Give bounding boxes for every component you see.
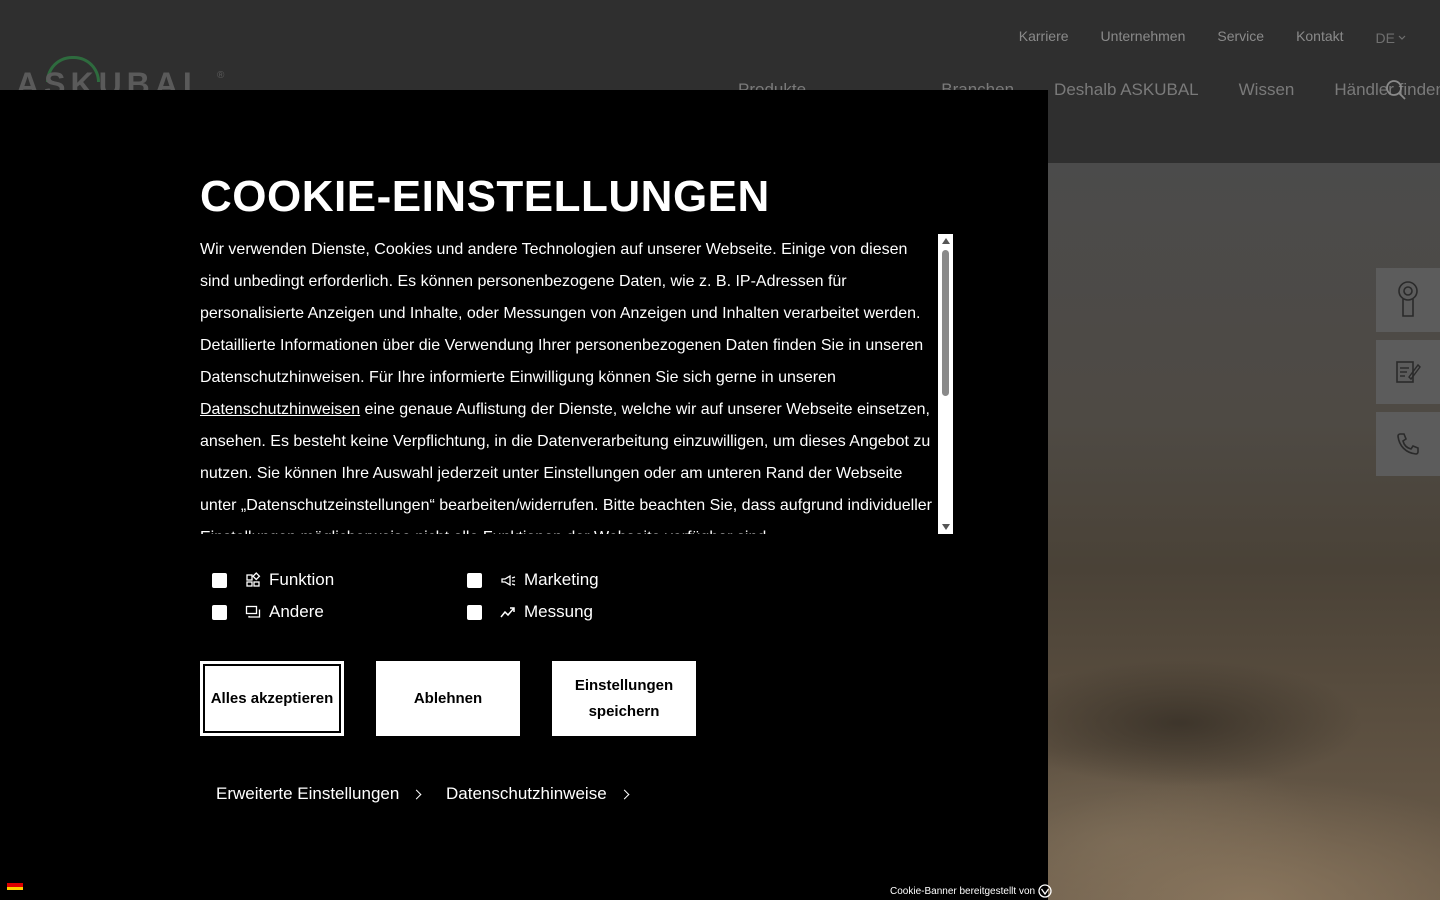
checkbox-marketing[interactable]: [467, 572, 482, 588]
provider-logo-icon: [1038, 884, 1052, 898]
edit-form-icon: [1396, 361, 1421, 383]
option-messung-label: Messung: [524, 602, 593, 621]
provided-by-label: Cookie-Banner bereitgestellt von: [890, 885, 1036, 897]
checkbox-andere[interactable]: [212, 604, 227, 620]
option-marketing[interactable]: Marketing: [467, 570, 599, 590]
decline-button[interactable]: Ablehnen: [376, 661, 520, 736]
option-marketing-label: Marketing: [524, 570, 599, 589]
privacy-notice-label: Datenschutzhinweise: [446, 784, 607, 803]
mainnav-deshalb-askubal[interactable]: Deshalb ASKUBAL: [1054, 80, 1199, 100]
location-button[interactable]: [1376, 268, 1440, 332]
privacy-notice-link[interactable]: Datenschutzhinweise: [446, 784, 630, 804]
language-switcher[interactable]: DE: [1376, 28, 1406, 48]
logo-registered-mark: ®: [217, 70, 225, 81]
form-button[interactable]: [1376, 340, 1440, 404]
mainnav-wissen[interactable]: Wissen: [1239, 80, 1295, 100]
cookie-title: COOKIE-EINSTELLUNGEN: [200, 172, 770, 221]
topnav-unternehmen[interactable]: Unternehmen: [1101, 28, 1186, 48]
german-flag-icon[interactable]: [7, 880, 23, 890]
option-andere-label: Andere: [269, 602, 324, 621]
save-settings-label: Einstellungen speichern: [575, 673, 673, 725]
save-settings-button[interactable]: Einstellungen speichern: [552, 661, 696, 736]
save-settings-label-line1: Einstellungen: [574, 676, 674, 694]
chevron-right-icon: [619, 789, 630, 799]
advanced-settings-label: Erweiterte Einstellungen: [216, 784, 400, 803]
accept-all-button[interactable]: Alles akzeptieren: [200, 661, 344, 736]
search-icon[interactable]: [1384, 78, 1408, 102]
privacy-inline-link[interactable]: Datenschutzhinweisen: [200, 401, 360, 418]
option-andere[interactable]: Andere: [212, 602, 324, 622]
option-funktion-label: Funktion: [269, 570, 335, 589]
cookie-text-intro: Wir verwenden Dienste, Cookies und ander…: [200, 241, 924, 386]
phone-icon: [1397, 433, 1419, 455]
scroll-down-arrow-icon[interactable]: [942, 524, 950, 530]
puzzle-icon: [246, 572, 261, 587]
chevron-down-icon: [1398, 35, 1406, 40]
scroll-up-arrow-icon[interactable]: [942, 238, 950, 244]
option-funktion[interactable]: Funktion: [212, 570, 334, 590]
save-settings-label-line2: speichern: [588, 702, 660, 720]
chat-icon: [245, 605, 261, 618]
phone-button[interactable]: [1376, 412, 1440, 476]
trend-icon: [500, 607, 515, 618]
topnav-karriere[interactable]: Karriere: [1019, 28, 1069, 48]
side-toolbar: [1376, 268, 1440, 484]
cookie-text-rest: eine genaue Auflistung der Dienste, welc…: [200, 401, 933, 534]
topnav-service[interactable]: Service: [1217, 28, 1264, 48]
cookie-dialog: COOKIE-EINSTELLUNGEN Wir verwenden Diens…: [0, 90, 1052, 900]
advanced-settings-link[interactable]: Erweiterte Einstellungen: [216, 784, 422, 804]
checkbox-funktion[interactable]: [212, 572, 227, 588]
scrollbar[interactable]: [938, 234, 953, 534]
consent-options: Funktion Marketing Andere Messung: [212, 570, 712, 650]
cookie-text: Wir verwenden Dienste, Cookies und ander…: [200, 234, 938, 534]
scrollbar-thumb[interactable]: [942, 250, 949, 396]
provided-by[interactable]: Cookie-Banner bereitgestellt von: [890, 884, 1052, 898]
checkbox-messung[interactable]: [467, 604, 482, 620]
chevron-right-icon: [411, 789, 422, 799]
cookie-text-scroll-area[interactable]: Wir verwenden Dienste, Cookies und ander…: [200, 234, 953, 534]
top-nav: Karriere Unternehmen Service Kontakt DE: [1019, 28, 1440, 48]
topnav-kontakt[interactable]: Kontakt: [1296, 28, 1343, 48]
megaphone-icon: [501, 574, 516, 587]
option-messung[interactable]: Messung: [467, 602, 593, 622]
location-pin-icon: [1398, 281, 1418, 317]
language-label: DE: [1375, 30, 1395, 46]
